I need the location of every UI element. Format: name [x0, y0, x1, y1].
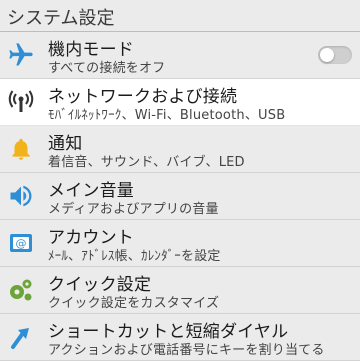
svg-text:@: @ [16, 237, 27, 250]
account-row[interactable]: @ アカウント ﾒｰﾙ、ｱﾄﾞﾚｽ帳、ｶﾚﾝﾀﾞｰを設定 [0, 220, 360, 267]
account-icon: @ [6, 228, 36, 258]
main-volume-row[interactable]: メイン音量 メディアおよびアプリの音量 [0, 173, 360, 220]
airplane-icon [6, 40, 36, 70]
shortcut-arrow-icon [6, 322, 36, 352]
shortcuts-speed-dial-subtitle: アクションおよび電話番号にキーを割り当てる [48, 343, 325, 358]
airplane-mode-toggle[interactable] [318, 46, 352, 64]
account-subtitle: ﾒｰﾙ、ｱﾄﾞﾚｽ帳、ｶﾚﾝﾀﾞｰを設定 [48, 249, 221, 264]
network-connections-row[interactable]: ネットワークおよび接続 ﾓﾊﾞｲﾙﾈｯﾄﾜｰｸ、Wi-Fi、Bluetooth、… [0, 79, 360, 126]
shortcuts-speed-dial-row[interactable]: ショートカットと短縮ダイヤル アクションおよび電話番号にキーを割り当てる [0, 314, 360, 361]
quick-settings-icon [6, 275, 36, 305]
quick-settings-row[interactable]: クイック設定 クイック設定をカスタマイズ [0, 267, 360, 314]
airplane-mode-subtitle: すべての接続をオフ [48, 61, 166, 76]
notifications-subtitle: 着信音、サウンド、バイブ、LED [48, 155, 245, 170]
airplane-mode-row[interactable]: 機内モード すべての接続をオフ [0, 32, 360, 79]
network-connections-subtitle: ﾓﾊﾞｲﾙﾈｯﾄﾜｰｸ、Wi-Fi、Bluetooth、USB [48, 108, 286, 123]
speaker-icon [6, 181, 36, 211]
settings-list: 機内モード すべての接続をオフ ネットワークおよび接続 ﾓﾊﾞｲﾙﾈｯﾄﾜｰｸ、… [0, 32, 360, 361]
screen-title: システム設定 [0, 0, 360, 32]
antenna-icon [6, 87, 36, 117]
quick-settings-subtitle: クイック設定をカスタマイズ [48, 296, 220, 311]
notifications-row[interactable]: 通知 着信音、サウンド、バイブ、LED [0, 126, 360, 173]
toggle-knob [320, 48, 334, 62]
main-volume-subtitle: メディアおよびアプリの音量 [48, 202, 219, 217]
bell-icon [6, 134, 36, 164]
